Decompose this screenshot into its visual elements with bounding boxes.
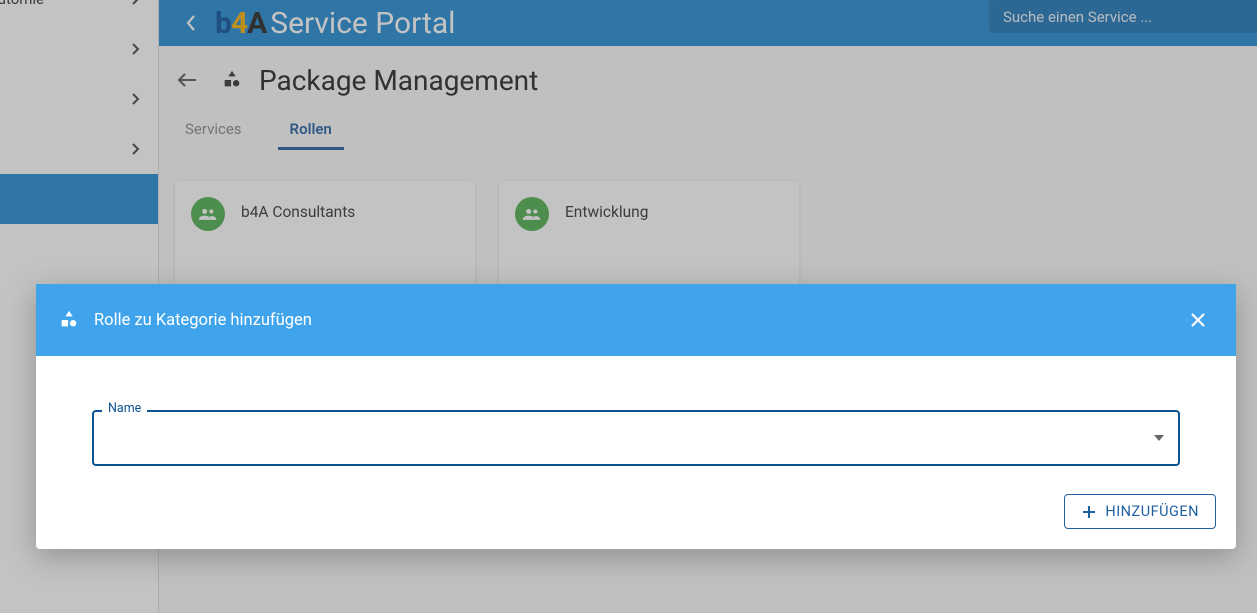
add-button[interactable]: HINZUFÜGEN: [1064, 494, 1216, 529]
name-field: Name: [92, 410, 1180, 466]
dialog-close-button[interactable]: [1182, 304, 1214, 336]
add-button-label: HINZUFÜGEN: [1105, 503, 1199, 520]
add-role-dialog: Rolle zu Kategorie hinzufügen Name HINZU…: [36, 284, 1236, 549]
plus-icon: [1081, 504, 1097, 520]
dialog-title: Rolle zu Kategorie hinzufügen: [94, 311, 312, 330]
name-select[interactable]: [92, 410, 1180, 466]
dialog-actions: HINZUFÜGEN: [36, 494, 1236, 549]
dialog-body: Name: [36, 356, 1236, 494]
category-icon: [58, 309, 80, 331]
dialog-header: Rolle zu Kategorie hinzufügen: [36, 284, 1236, 356]
name-field-label: Name: [102, 401, 147, 416]
dropdown-caret-icon: [1154, 435, 1164, 441]
